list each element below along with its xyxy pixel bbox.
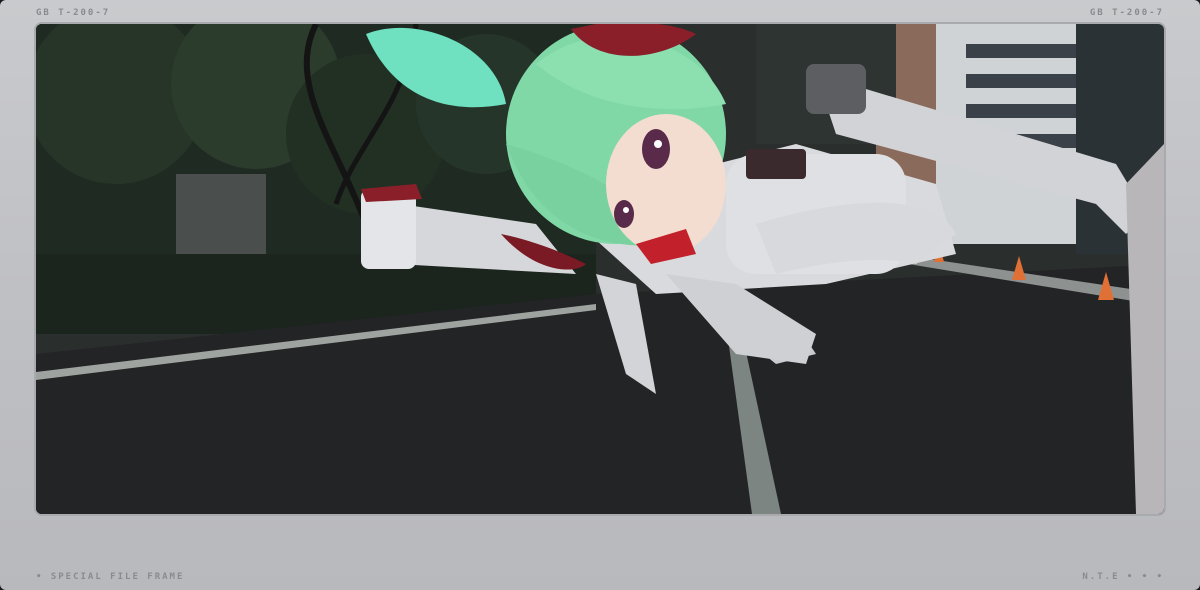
- frame-label-bottom-left: • SPECIAL FILE FRAME: [36, 572, 185, 582]
- frame-label-top-right: GB T-200-7: [1089, 8, 1164, 18]
- frame-label-bottom-right: N.T.E • • •: [1082, 572, 1164, 582]
- trees: [36, 24, 596, 334]
- scene-illustration: [36, 24, 1164, 514]
- frame-label-top-left: GB T-200-7: [36, 8, 111, 18]
- game-screenshot: [36, 24, 1164, 514]
- photo-frame: GB T-200-7 GB T-200-7 • SPECIAL FILE FRA…: [0, 0, 1200, 590]
